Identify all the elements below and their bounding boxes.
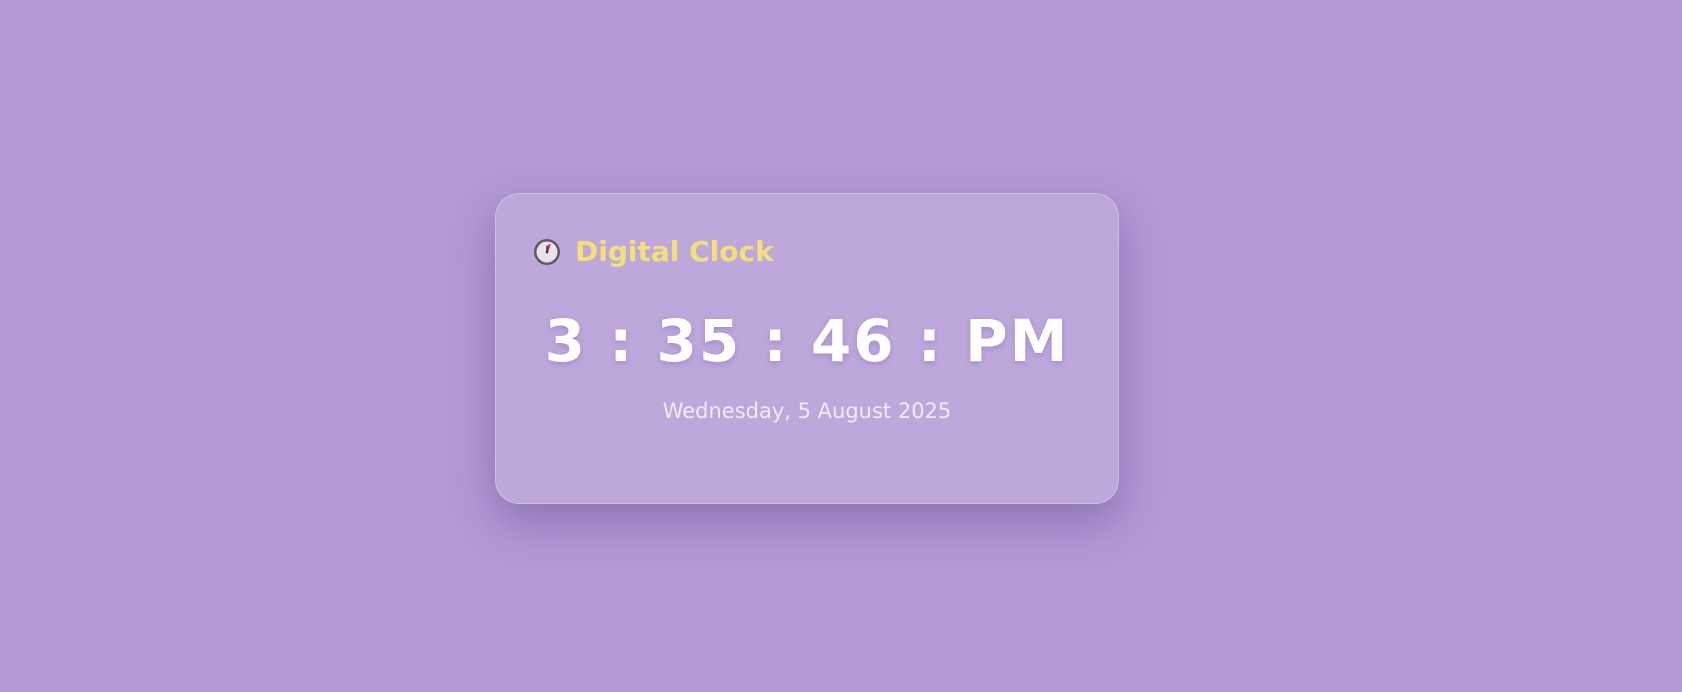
time-display: 3 : 35 : 46 : PM [544,307,1070,375]
clock-header: Digital Clock [532,235,774,268]
clock-icon [532,237,562,267]
clock-card: Digital Clock 3 : 35 : 46 : PM Wednesday… [495,193,1119,504]
clock-title: Digital Clock [575,235,774,268]
date-display: Wednesday, 5 August 2025 [662,399,952,423]
